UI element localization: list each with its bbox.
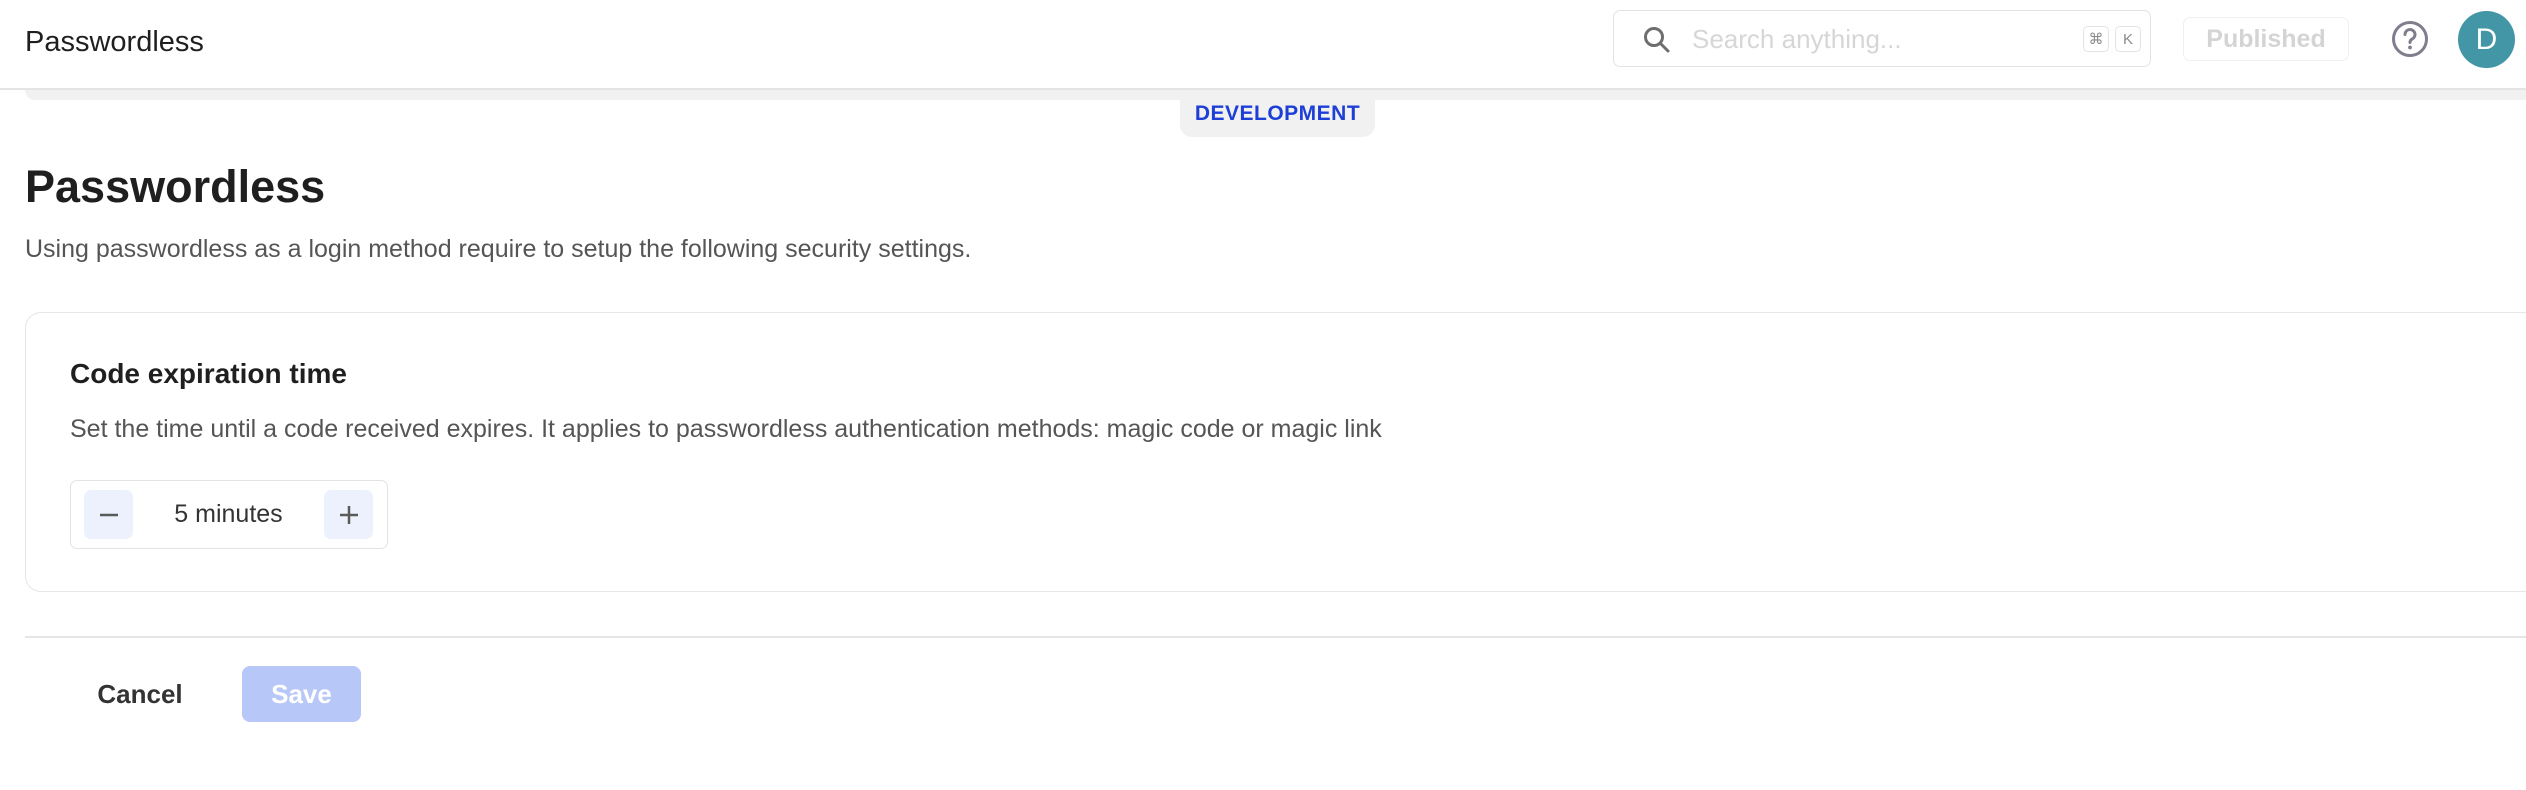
page-subtitle: Using passwordless as a login method req…	[25, 235, 972, 263]
card-title: Code expiration time	[70, 358, 347, 389]
minus-icon	[99, 513, 118, 516]
expiration-time-value: 5 minutes	[174, 499, 283, 528]
plus-icon	[339, 505, 358, 524]
search-input[interactable]	[1692, 19, 2072, 59]
increment-button[interactable]	[324, 490, 373, 539]
page-title: Passwordless	[25, 161, 326, 212]
footer-divider	[25, 636, 2526, 638]
shortcut-key-k: K	[2115, 26, 2141, 52]
cancel-button[interactable]: Cancel	[78, 666, 202, 722]
published-button[interactable]: Published	[2183, 17, 2349, 61]
user-avatar[interactable]: D	[2458, 11, 2515, 68]
app-title: Passwordless	[25, 26, 204, 58]
help-icon[interactable]	[2390, 19, 2430, 59]
card-description: Set the time until a code received expir…	[70, 415, 1382, 443]
shortcut-key-cmd: ⌘	[2083, 26, 2109, 52]
expiration-time-stepper: 5 minutes	[70, 480, 388, 549]
save-button[interactable]: Save	[242, 666, 361, 722]
environment-badge: DEVELOPMENT	[1180, 90, 1375, 137]
top-header: Passwordless ⌘ K Published D	[0, 0, 2526, 90]
search-box[interactable]: ⌘ K	[1613, 10, 2151, 67]
decrement-button[interactable]	[84, 490, 133, 539]
code-expiration-card: Code expiration time Set the time until …	[25, 312, 2526, 592]
search-icon	[1644, 27, 1670, 53]
